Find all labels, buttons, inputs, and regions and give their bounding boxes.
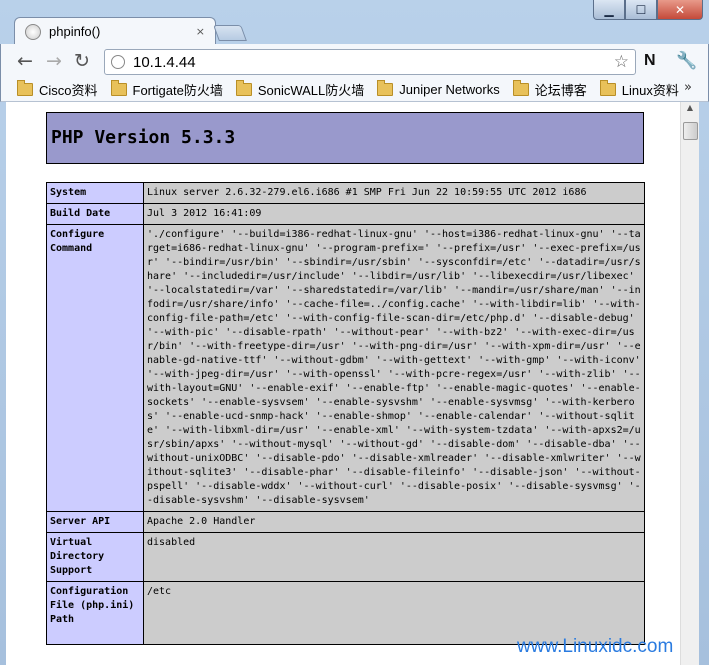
bookmark-folder[interactable]: 论坛博客 (512, 80, 587, 99)
url-text[interactable]: 10.1.4.44 (133, 54, 614, 71)
bookmark-folder[interactable]: SonicWALL防火墙 (235, 80, 364, 99)
address-bar[interactable]: 10.1.4.44 ☆ (104, 49, 636, 75)
title-bar: ▁ ☐ ✕ phpinfo() × (0, 0, 709, 45)
row-value: Jul 3 2012 16:41:09 (143, 203, 645, 225)
row-value: './configure' '--build=i386-redhat-linux… (143, 224, 645, 512)
folder-icon (235, 80, 252, 96)
extension-n-icon[interactable]: N (644, 52, 656, 70)
row-key: Virtual Directory Support (46, 532, 144, 582)
folder-icon (110, 80, 127, 96)
scrollbar-thumb[interactable] (683, 122, 698, 140)
page-title: PHP Version 5.3.3 (51, 127, 236, 148)
tab-title: phpinfo() (49, 24, 101, 39)
reload-icon[interactable]: ↻ (74, 51, 90, 71)
folder-icon (512, 80, 529, 96)
tab-phpinfo[interactable]: phpinfo() × (14, 17, 216, 45)
bookmarks-bar: Cisco资料 Fortigate防火墙 SonicWALL防火墙 Junipe… (0, 78, 709, 102)
row-value: disabled (143, 532, 645, 582)
php-version-header: PHP Version 5.3.3 (46, 112, 644, 164)
forward-arrow-icon[interactable]: → (46, 51, 62, 71)
bookmark-folder[interactable]: Cisco资料 (17, 80, 98, 99)
watermark: www.Linuxidc.com (517, 636, 674, 657)
table-row: System Linux server 2.6.32-279.el6.i686 … (46, 182, 645, 204)
page-favicon-icon (25, 23, 41, 40)
new-tab-button[interactable] (213, 25, 247, 41)
row-key: System (46, 182, 144, 204)
wrench-menu-icon[interactable]: 🔧 (676, 51, 697, 71)
page-content: PHP Version 5.3.3 System Linux server 2.… (6, 102, 680, 665)
browser-window: ▁ ☐ ✕ phpinfo() × ← → ↻ 10.1.4.44 ☆ N 🔧 … (0, 0, 709, 665)
page-icon (111, 55, 125, 69)
row-key: Server API (46, 511, 144, 533)
table-row: Build Date Jul 3 2012 16:41:09 (46, 203, 645, 225)
bookmark-star-icon[interactable]: ☆ (614, 52, 629, 72)
table-row: Server API Apache 2.0 Handler (46, 511, 645, 533)
minimize-button[interactable]: ▁ (593, 0, 625, 20)
folder-icon (599, 80, 616, 96)
row-key: Configuration File (php.ini) Path (46, 581, 144, 645)
vertical-scrollbar[interactable]: ▲ (680, 102, 699, 665)
more-bookmarks-chevron-icon[interactable]: » (684, 80, 692, 95)
row-value: Linux server 2.6.32-279.el6.i686 #1 SMP … (143, 182, 645, 204)
tab-close-icon[interactable]: × (196, 25, 205, 38)
window-controls: ▁ ☐ ✕ (593, 0, 703, 20)
folder-icon (377, 80, 394, 96)
bookmark-folder[interactable]: Fortigate防火墙 (110, 80, 223, 99)
table-row: Configure Command './configure' '--build… (46, 224, 645, 512)
close-window-button[interactable]: ✕ (657, 0, 703, 20)
maximize-button[interactable]: ☐ (625, 0, 657, 20)
phpinfo-table: System Linux server 2.6.32-279.el6.i686 … (46, 182, 645, 645)
folder-icon (17, 80, 33, 96)
row-value: Apache 2.0 Handler (143, 511, 645, 533)
navigation-toolbar: ← → ↻ 10.1.4.44 ☆ N 🔧 (0, 44, 709, 78)
row-key: Build Date (46, 203, 144, 225)
scroll-up-arrow-icon[interactable]: ▲ (682, 103, 699, 119)
row-key: Configure Command (46, 224, 144, 512)
bookmark-folder[interactable]: Juniper Networks (377, 80, 500, 97)
table-row: Virtual Directory Support disabled (46, 532, 645, 582)
bookmark-folder[interactable]: Linux资料 (599, 80, 679, 99)
back-arrow-icon[interactable]: ← (17, 51, 33, 71)
